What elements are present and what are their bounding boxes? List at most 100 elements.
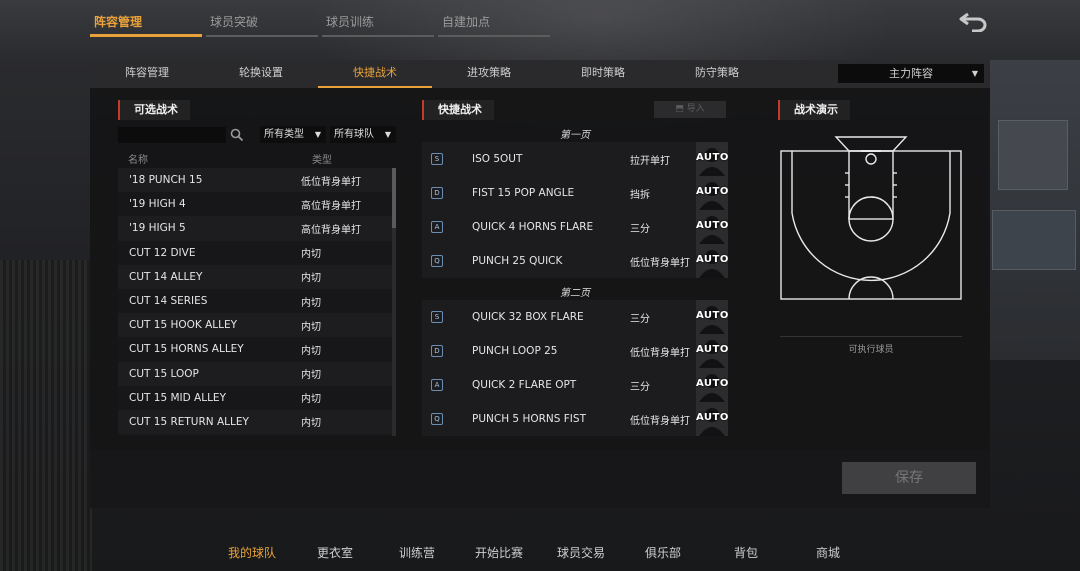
auto-player-button[interactable]: AUTO	[696, 300, 728, 334]
hotkey-badge: A	[431, 221, 443, 233]
type-filter-dropdown[interactable]: 所有类型 ▼	[260, 126, 326, 143]
bottom-nav: 我的球队 更衣室 训练营 开始比赛 球员交易 俱乐部 背包 商城	[0, 540, 1080, 566]
hotkey-badge: D	[431, 345, 443, 357]
hotkey-badge: Q	[431, 413, 443, 425]
chevron-down-icon: ▼	[314, 130, 321, 139]
list-item[interactable]: CUT 12 DIVE 内切	[118, 241, 396, 265]
quick-tactic-slot[interactable]: D PUNCH LOOP 25 低位背身单打 AUTO	[422, 334, 728, 368]
nav-locker-room[interactable]: 更衣室	[317, 544, 353, 561]
quick-tactic-type: 拉开单打	[630, 155, 670, 167]
quick-tactic-name: QUICK 32 BOX FLARE	[472, 311, 584, 323]
nav-store[interactable]: 商城	[816, 544, 840, 561]
auto-player-button[interactable]: AUTO	[696, 244, 728, 278]
quick-tactic-name: FIST 15 POP ANGLE	[472, 187, 575, 199]
tab-player-breakthrough[interactable]: 球员突破	[206, 12, 318, 37]
basketball-court-diagram	[780, 136, 962, 300]
list-item[interactable]: '19 HIGH 4 高位背身单打	[118, 192, 396, 216]
crowd-background	[0, 260, 92, 571]
scrollbar[interactable]	[392, 168, 396, 436]
nav-my-team[interactable]: 我的球队	[228, 544, 276, 561]
subtab-lineup[interactable]: 阵容管理	[90, 60, 204, 88]
executable-players-label: 可执行球员	[848, 345, 894, 355]
nav-backpack[interactable]: 背包	[734, 544, 758, 561]
hotkey-badge: A	[431, 379, 443, 391]
tactic-type: 内切	[301, 394, 321, 406]
nav-start-game[interactable]: 开始比赛	[475, 544, 523, 561]
search-input[interactable]	[118, 127, 226, 143]
subtab-rotation[interactable]: 轮换设置	[204, 60, 318, 88]
auto-label: AUTO	[696, 344, 728, 355]
list-item[interactable]: CUT 15 HOOK ALLEY 内切	[118, 313, 396, 338]
nav-training-camp[interactable]: 训练营	[399, 544, 435, 561]
tactic-type: 低位背身单打	[301, 176, 361, 188]
search-icon[interactable]	[230, 127, 244, 142]
tab-custom-attributes[interactable]: 自建加点	[438, 12, 550, 37]
tactic-name: CUT 14 ALLEY	[129, 270, 203, 283]
chevron-down-icon: ▼	[971, 69, 978, 78]
subtab-instant-strategy[interactable]: 即时策略	[546, 60, 660, 88]
auto-player-button[interactable]: AUTO	[696, 142, 728, 176]
quick-tactic-slot[interactable]: A QUICK 2 FLARE OPT 三分 AUTO	[422, 368, 728, 402]
subtab-defense-strategy[interactable]: 防守策略	[660, 60, 774, 88]
nav-player-trade[interactable]: 球员交易	[557, 544, 605, 561]
list-item[interactable]: CUT 15 HORNS ALLEY 内切	[118, 337, 396, 361]
quick-tactic-name: QUICK 4 HORNS FLARE	[472, 221, 594, 233]
top-tabs: 阵容管理 球员突破 球员训练 自建加点	[90, 12, 550, 37]
quick-tactic-name: ISO 5OUT	[472, 153, 523, 165]
quick-tactic-name: QUICK 2 FLARE OPT	[472, 379, 577, 391]
hotkey-badge: D	[431, 187, 443, 199]
list-item[interactable]: CUT 15 LOOP 内切	[118, 361, 396, 386]
auto-label: AUTO	[696, 378, 728, 389]
quick-tactic-type: 三分	[630, 313, 650, 325]
auto-label: AUTO	[696, 152, 728, 163]
list-item[interactable]: '18 PUNCH 15 低位背身单打	[118, 168, 396, 193]
quick-tactic-type: 低位背身单打	[630, 257, 690, 269]
auto-label: AUTO	[696, 186, 728, 197]
available-tactics-title: 可选战术	[118, 100, 190, 120]
tactic-type: 内切	[301, 370, 321, 382]
quick-tactic-slot[interactable]: Q PUNCH 5 HORNS FIST 低位背身单打 AUTO	[422, 402, 728, 436]
list-item[interactable]: CUT 14 ALLEY 内切	[118, 264, 396, 289]
divider	[780, 336, 962, 337]
quick-tactic-slot[interactable]: S ISO 5OUT 拉开单打 AUTO	[422, 142, 728, 176]
auto-player-button[interactable]: AUTO	[696, 368, 728, 402]
list-item[interactable]: CUT 15 MID ALLEY 内切	[118, 386, 396, 410]
save-button[interactable]: 保存	[842, 462, 976, 494]
tactic-type: 高位背身单打	[301, 224, 361, 236]
tactic-name: CUT 15 HORNS ALLEY	[129, 343, 244, 356]
import-icon: ⬒	[675, 104, 684, 114]
tab-lineup-management[interactable]: 阵容管理	[90, 12, 202, 37]
back-icon[interactable]	[958, 10, 990, 33]
quick-tactic-slot[interactable]: Q PUNCH 25 QUICK 低位背身单打 AUTO	[422, 244, 728, 278]
team-filter-dropdown[interactable]: 所有球队 ▼	[330, 126, 396, 143]
auto-player-button[interactable]: AUTO	[696, 210, 728, 244]
tactic-name: '19 HIGH 4	[129, 198, 186, 211]
quick-tactic-type: 低位背身单打	[630, 415, 690, 427]
quick-tactic-slot[interactable]: S QUICK 32 BOX FLARE 三分 AUTO	[422, 300, 728, 334]
quick-tactic-slot[interactable]: A QUICK 4 HORNS FLARE 三分 AUTO	[422, 210, 728, 244]
subtab-quick-tactics[interactable]: 快捷战术	[318, 60, 432, 88]
auto-player-button[interactable]: AUTO	[696, 334, 728, 368]
page-one-label: 第一页	[560, 130, 590, 141]
scrollbar-thumb[interactable]	[392, 168, 396, 228]
list-item[interactable]: CUT 15 RETURN ALLEY 内切	[118, 409, 396, 435]
main-panel: 阵容管理 轮换设置 快捷战术 进攻策略 即时策略 防守策略 主力阵容 ▼ 可选战…	[90, 60, 990, 508]
list-item[interactable]: '19 HIGH 5 高位背身单打	[118, 216, 396, 241]
import-label: 导入	[686, 104, 705, 114]
auto-player-button[interactable]: AUTO	[696, 176, 728, 210]
tab-player-training[interactable]: 球员训练	[322, 12, 434, 37]
tactic-name: CUT 15 LOOP	[129, 367, 199, 380]
tactic-name: CUT 14 SERIES	[129, 295, 208, 308]
tactic-type: 内切	[301, 273, 321, 285]
tactic-type: 内切	[301, 321, 321, 333]
import-button[interactable]: ⬒ 导入	[654, 101, 726, 118]
lineup-select[interactable]: 主力阵容 ▼	[838, 64, 984, 83]
subtab-offense-strategy[interactable]: 进攻策略	[432, 60, 546, 88]
tactic-name: '18 PUNCH 15	[129, 174, 203, 187]
auto-player-button[interactable]: AUTO	[696, 402, 728, 436]
nav-club[interactable]: 俱乐部	[645, 544, 681, 561]
quick-tactic-slot[interactable]: D FIST 15 POP ANGLE 挡拆 AUTO	[422, 176, 728, 210]
list-item[interactable]: CUT 14 SERIES 内切	[118, 289, 396, 313]
tactic-type: 内切	[301, 345, 321, 357]
quick-tactic-type: 三分	[630, 223, 650, 235]
